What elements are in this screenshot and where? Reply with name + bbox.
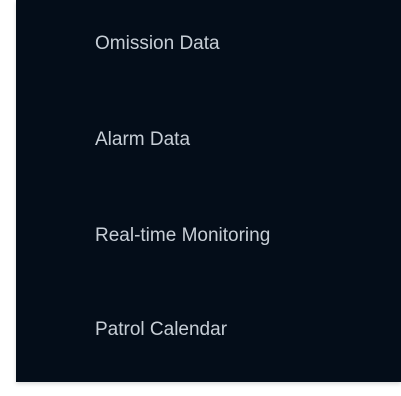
menu-item-omission-data[interactable]: Omission Data: [16, 20, 401, 68]
menu-item-label: Patrol Calendar: [95, 319, 228, 340]
menu-item-patrol-calendar[interactable]: Patrol Calendar: [16, 306, 401, 354]
menu-item-real-time-monitoring[interactable]: Real-time Monitoring: [16, 212, 401, 260]
page: Omission Data Alarm Data Real-time Monit…: [0, 0, 401, 396]
menu-item-alarm-data[interactable]: Alarm Data: [16, 116, 401, 164]
dropdown-menu: Omission Data Alarm Data Real-time Monit…: [16, 0, 401, 382]
menu-item-label: Omission Data: [95, 33, 220, 54]
menu-item-label: Alarm Data: [95, 129, 191, 150]
menu-item-label: Real-time Monitoring: [95, 225, 271, 246]
